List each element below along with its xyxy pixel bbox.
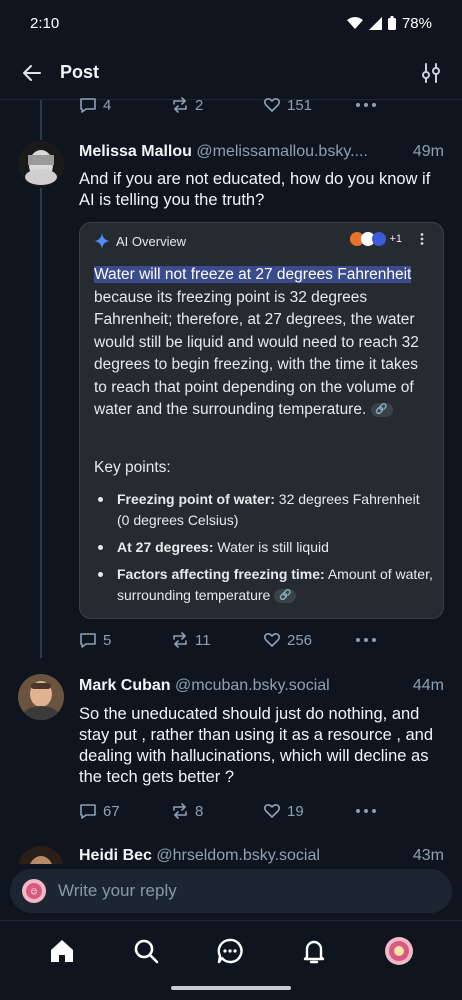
- reply-button[interactable]: 4: [79, 96, 171, 114]
- kebab-menu-icon: [420, 233, 424, 245]
- like-count: 151: [287, 96, 313, 114]
- more-icon[interactable]: [355, 102, 377, 108]
- author-name[interactable]: Melissa Mallou: [79, 143, 192, 160]
- ai-overview-header: AI Overview: [94, 233, 186, 249]
- source-badges: +1: [350, 232, 429, 246]
- like-count: 256: [287, 631, 313, 649]
- post-timestamp: 49m: [412, 143, 444, 160]
- post-author[interactable]: Mark Cuban @mcuban.bsky.social: [79, 677, 330, 695]
- post-action-bar: 67 8 19: [79, 802, 377, 820]
- repost-icon: [173, 632, 187, 648]
- reply-icon: [80, 804, 96, 819]
- parent-action-bar: 4 2 151: [79, 96, 379, 114]
- page-title: Post: [60, 62, 100, 82]
- post-author[interactable]: Heidi Bec @hrseldom.bsky.social: [79, 847, 320, 864]
- repost-button[interactable]: 2: [171, 96, 263, 114]
- bottom-nav: [0, 920, 462, 980]
- source-count: +1: [389, 233, 402, 245]
- reply-composer[interactable]: ☺ Write your reply: [10, 869, 452, 913]
- wifi-icon: [346, 16, 363, 29]
- highlighted-answer: Water will not freeze at 27 degrees Fahr…: [94, 266, 412, 283]
- like-button[interactable]: 19: [263, 802, 355, 820]
- post-text: So the uneducated should just do nothing…: [79, 705, 434, 786]
- status-icons: 78%: [346, 14, 432, 32]
- bell-icon[interactable]: [300, 937, 328, 965]
- repost-button[interactable]: 8: [171, 802, 263, 820]
- repost-count: 2: [195, 96, 204, 114]
- status-bar: 2:10 78%: [0, 0, 462, 46]
- like-button[interactable]: 256: [263, 631, 355, 649]
- sliders-icon[interactable]: [420, 62, 442, 84]
- heart-icon: [263, 632, 281, 647]
- author-handle[interactable]: @mcuban.bsky.social: [175, 677, 330, 694]
- avatar[interactable]: [18, 674, 64, 720]
- reply-count: 5: [103, 631, 112, 649]
- answer-text: because its freezing point is 32 degrees…: [94, 288, 419, 419]
- repost-button[interactable]: 11: [171, 631, 263, 649]
- post-author[interactable]: Melissa Mallou @melissamallou.bsky....: [79, 143, 368, 161]
- user-avatar: ☺: [22, 879, 46, 903]
- battery-level: 78%: [401, 14, 432, 32]
- reply-count: 4: [103, 96, 112, 114]
- home-indicator: [171, 986, 291, 990]
- reply-icon: [80, 633, 96, 648]
- author-name[interactable]: Mark Cuban: [79, 677, 171, 694]
- thread-line: [40, 100, 42, 140]
- list-item: Freezing point of water: 32 degrees Fahr…: [94, 489, 434, 531]
- post-text: And if you are not educated, how do you …: [79, 170, 431, 209]
- author-name[interactable]: Heidi Bec: [79, 847, 152, 864]
- svg-text:☺: ☺: [30, 888, 37, 896]
- avatar[interactable]: [18, 141, 64, 187]
- reply-button[interactable]: 67: [79, 802, 171, 820]
- key-points-title: Key points:: [94, 459, 171, 476]
- arrow-left-icon[interactable]: [20, 61, 44, 85]
- thread-line: [40, 188, 42, 658]
- status-time: 2:10: [30, 14, 60, 32]
- source-favicon: [372, 232, 387, 246]
- signal-icon: [368, 16, 382, 30]
- reply-icon: [80, 98, 96, 113]
- like-count: 19: [287, 802, 304, 820]
- like-button[interactable]: 151: [263, 96, 355, 114]
- more-icon[interactable]: [355, 637, 377, 643]
- repost-count: 11: [195, 631, 211, 649]
- key-points-list: Freezing point of water: 32 degrees Fahr…: [94, 489, 434, 612]
- post-timestamp: 43m: [412, 847, 444, 864]
- repost-count: 8: [195, 802, 204, 820]
- top-bar: Post: [0, 46, 462, 100]
- list-item: Factors affecting freezing time: Amount …: [94, 564, 434, 606]
- link-icon: 🔗: [370, 402, 393, 417]
- heart-icon: [263, 803, 281, 818]
- battery-icon: [387, 16, 396, 30]
- chat-icon[interactable]: [216, 937, 244, 965]
- link-icon: 🔗: [274, 589, 297, 604]
- author-handle[interactable]: @melissamallou.bsky....: [196, 143, 368, 160]
- repost-icon: [173, 803, 187, 819]
- next-post[interactable]: Heidi Bec @hrseldom.bsky.social 43m: [0, 840, 462, 864]
- avatar[interactable]: [18, 846, 64, 864]
- reply-placeholder: Write your reply: [58, 881, 177, 900]
- reply-count: 67: [103, 802, 120, 820]
- more-icon[interactable]: [355, 808, 377, 814]
- post-timestamp: 44m: [412, 677, 444, 694]
- sparkle-icon: [94, 233, 110, 249]
- home-icon[interactable]: [48, 937, 76, 965]
- search-icon[interactable]: [132, 937, 160, 965]
- ai-overview-answer: Water will not freeze at 27 degrees Fahr…: [94, 264, 430, 422]
- profile-avatar[interactable]: [384, 936, 414, 966]
- embedded-image[interactable]: AI Overview +1 Water will not freeze at …: [79, 222, 444, 619]
- reply-button[interactable]: 5: [79, 631, 171, 649]
- repost-icon: [173, 97, 187, 113]
- ai-overview-label: AI Overview: [116, 233, 187, 249]
- heart-icon: [263, 97, 281, 112]
- list-item: At 27 degrees: Water is still liquid: [94, 537, 434, 558]
- post-action-bar: 5 11 256: [79, 631, 377, 649]
- author-handle[interactable]: @hrseldom.bsky.social: [156, 847, 320, 864]
